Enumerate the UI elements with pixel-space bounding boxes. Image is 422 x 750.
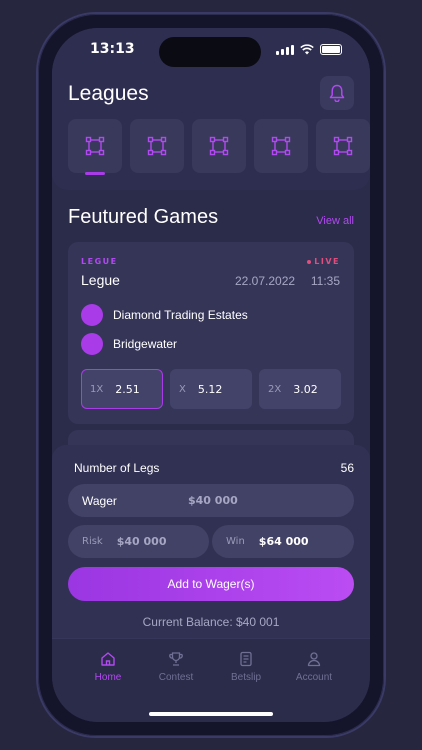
wager-input[interactable]: Wager $40 000	[68, 484, 354, 517]
wager-value: $40 000	[188, 494, 238, 507]
league-caption: LEGUE	[81, 257, 118, 266]
notifications-button[interactable]	[320, 76, 354, 110]
status-icons	[276, 44, 342, 55]
home-icon	[101, 652, 115, 666]
betslip-icon	[240, 651, 252, 667]
team-row: Diamond Trading Estates	[81, 304, 248, 326]
game-date: 22.07.2022	[235, 274, 296, 288]
odd-option-2x[interactable]: 2X 3.02	[259, 369, 341, 409]
league-icon	[333, 136, 353, 156]
odd-value: 2.51	[115, 382, 140, 396]
league-tiles	[68, 119, 370, 173]
league-tile[interactable]	[254, 119, 308, 173]
game-time: 11:35	[310, 274, 340, 288]
odd-label: 1X	[90, 383, 104, 395]
odd-option-x[interactable]: X 5.12	[170, 369, 252, 409]
tab-label: Account	[295, 672, 333, 683]
dynamic-island	[159, 37, 261, 67]
battery-icon	[320, 44, 342, 55]
risk-label: Risk	[82, 536, 103, 547]
bell-icon	[329, 84, 345, 102]
win-value: $64 000	[258, 535, 309, 548]
league-tile[interactable]	[316, 119, 370, 173]
app-screen: 13:13 Leagues Feutured Games View all LE…	[52, 28, 370, 722]
league-tile[interactable]	[68, 119, 122, 173]
legs-value: 56	[340, 461, 354, 475]
wager-panel: Number of Legs 56 Wager $40 000 Risk $40…	[52, 445, 370, 640]
league-icon	[271, 136, 291, 156]
status-time: 13:13	[90, 41, 135, 57]
live-dot-icon	[307, 259, 312, 264]
league-icon	[147, 136, 167, 156]
odd-label: 2X	[268, 383, 282, 395]
game-league-name: Legue	[81, 272, 120, 288]
leagues-section: 13:13 Leagues	[52, 28, 370, 190]
league-active-indicator	[85, 172, 105, 175]
team-name: Bridgewater	[113, 337, 178, 351]
game-card[interactable]: LEGUE LIVE Legue 22.07.2022 11:35 Diamon…	[68, 242, 354, 424]
tab-account[interactable]: Account	[279, 651, 349, 683]
current-balance: Current Balance: $40 001	[142, 615, 280, 629]
view-all-link[interactable]: View all	[316, 215, 354, 227]
tab-label: Contest	[158, 672, 194, 683]
home-indicator	[149, 712, 273, 716]
tab-label: Home	[94, 672, 122, 683]
odd-label: X	[179, 383, 186, 395]
team-row: Bridgewater	[81, 333, 177, 355]
league-tile[interactable]	[130, 119, 184, 173]
tab-betslip[interactable]: Betslip	[211, 651, 281, 683]
odd-value: 3.02	[293, 382, 318, 396]
tab-bar: Home Contest Betslip Account	[52, 638, 370, 722]
league-tile[interactable]	[192, 119, 246, 173]
tab-home[interactable]: Home	[73, 651, 143, 683]
team-name: Diamond Trading Estates	[113, 308, 248, 322]
account-icon	[307, 652, 321, 667]
win-label: Win	[226, 536, 245, 547]
leagues-title: Leagues	[68, 82, 149, 105]
featured-title: Feutured Games	[68, 206, 219, 228]
league-icon	[85, 136, 105, 156]
wifi-icon	[300, 44, 314, 55]
win-field[interactable]: Win $64 000	[212, 525, 354, 558]
team-avatar	[81, 333, 103, 355]
odd-option-1x[interactable]: 1X 2.51	[81, 369, 163, 409]
tab-label: Betslip	[230, 672, 261, 683]
odd-value: 5.12	[197, 382, 223, 396]
odds-row: 1X 2.51 X 5.12 2X 3.02	[81, 369, 341, 409]
live-badge: LIVE	[307, 257, 340, 266]
tab-contest[interactable]: Contest	[141, 651, 211, 683]
league-icon	[209, 136, 229, 156]
trophy-icon	[169, 652, 183, 666]
legs-label: Number of Legs	[74, 461, 160, 475]
wager-label: Wager	[82, 493, 117, 508]
risk-value: $40 000	[116, 535, 167, 548]
add-to-wager-button[interactable]: Add to Wager(s)	[68, 567, 354, 601]
risk-field[interactable]: Risk $40 000	[68, 525, 209, 558]
signal-icon	[276, 44, 294, 55]
team-avatar	[81, 304, 103, 326]
